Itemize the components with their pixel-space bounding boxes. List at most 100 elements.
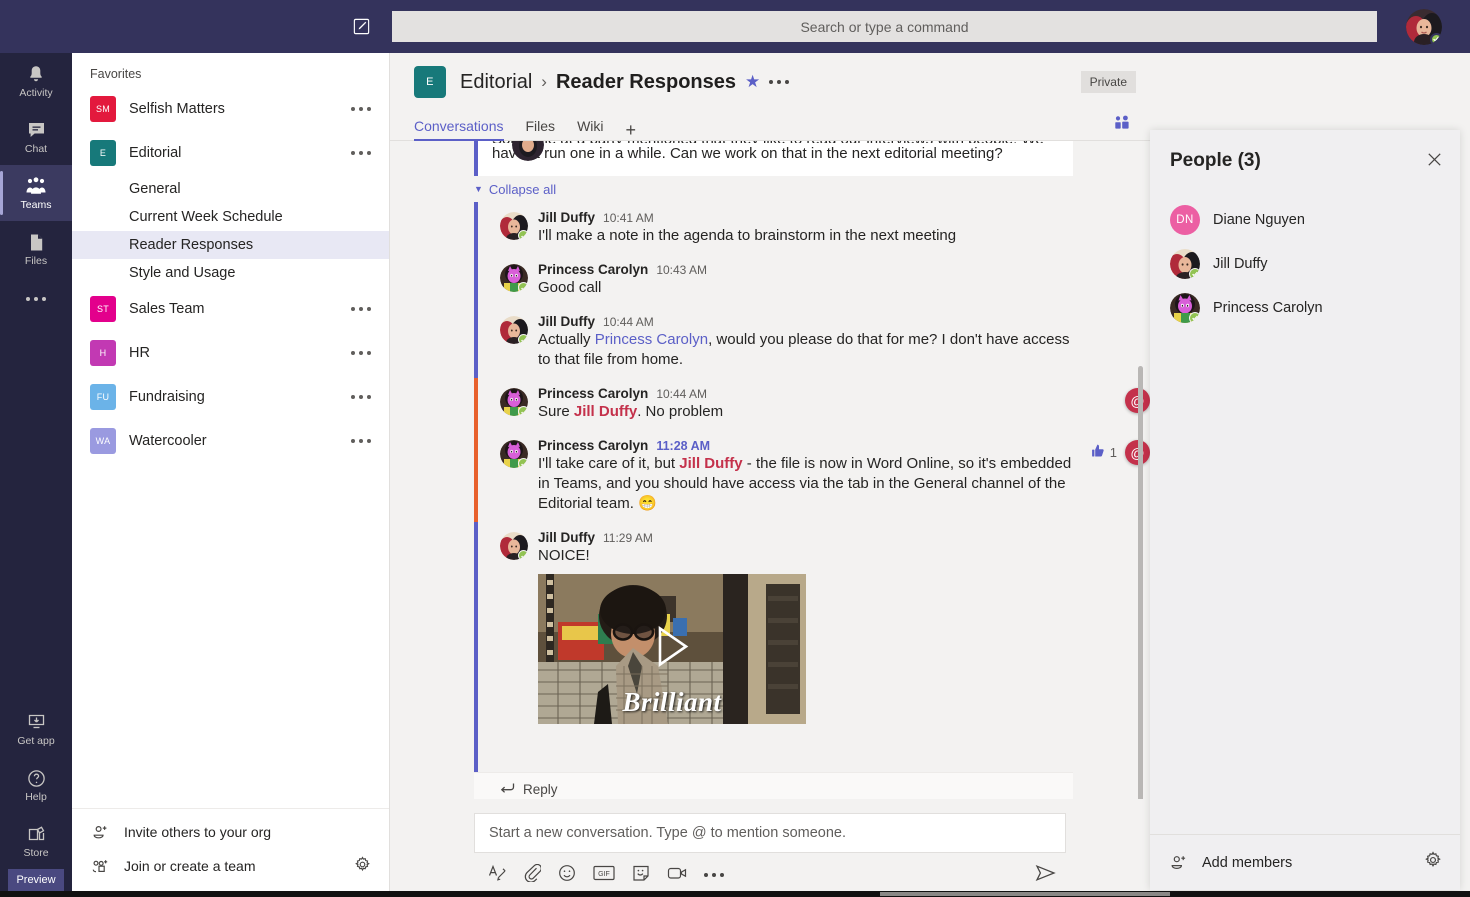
show-participants-button[interactable]	[1113, 115, 1132, 136]
team-more-button[interactable]	[347, 395, 375, 399]
team-row[interactable]: FU Fundraising	[72, 375, 389, 419]
channel-more-button[interactable]	[769, 80, 790, 84]
add-members-button[interactable]: Add members	[1202, 855, 1424, 871]
member-name: Diane Nguyen	[1213, 212, 1305, 228]
meet-now-button[interactable]	[667, 865, 687, 886]
emoji-button[interactable]	[558, 864, 576, 887]
team-name: Fundraising	[129, 389, 205, 405]
sidebar-item-chat[interactable]: Chat	[0, 109, 72, 165]
avatar[interactable]	[1405, 8, 1442, 45]
avatar[interactable]	[500, 440, 528, 468]
giphy-button[interactable]: GIF	[593, 865, 615, 886]
add-tab-button[interactable]: +	[626, 121, 637, 140]
play-triangle-icon[interactable]	[652, 625, 692, 674]
paperclip-icon	[524, 863, 542, 887]
channel-item-style-and-usage[interactable]: Style and Usage	[72, 259, 389, 287]
tab-files[interactable]: Files	[526, 118, 556, 140]
message-item[interactable]: Jill Duffy 10:44 AM Actually Princess Ca…	[474, 306, 1073, 378]
attach-file-button[interactable]	[524, 863, 542, 887]
message-body: Princess Carolyn 11:28 AM I'll take care…	[538, 438, 1073, 514]
reply-button[interactable]: Reply	[474, 772, 1073, 799]
rail-item-store[interactable]: Store	[0, 813, 72, 869]
more-dots-icon	[769, 80, 790, 84]
sidebar-item-activity[interactable]: Activity	[0, 53, 72, 109]
search-input[interactable]	[392, 11, 1377, 42]
avatar[interactable]	[500, 316, 528, 344]
rail-item-help[interactable]: Help	[0, 757, 72, 813]
channel-item-general[interactable]: General	[72, 175, 389, 203]
message-meta: Princess Carolyn 11:28 AM	[538, 438, 1073, 453]
list-item[interactable]: DN Diane Nguyen	[1150, 198, 1460, 242]
message-item[interactable]: Princess Carolyn 10:44 AM Sure Jill Duff…	[474, 378, 1150, 430]
team-row[interactable]: SM Selfish Matters	[72, 87, 389, 131]
preview-badge[interactable]: Preview	[8, 869, 64, 891]
sidebar-item-teams[interactable]: Teams	[0, 165, 72, 221]
message-author[interactable]: Princess Carolyn	[538, 262, 648, 277]
compose-input[interactable]	[489, 825, 1051, 841]
message-author[interactable]: Jill Duffy	[538, 530, 595, 545]
message-author[interactable]: Jill Duffy	[538, 210, 595, 225]
compose-input-wrapper[interactable]	[474, 813, 1066, 853]
compose-more-button[interactable]	[704, 873, 724, 877]
tab-wiki[interactable]: Wiki	[577, 118, 603, 140]
message-item[interactable]: Jill Duffy 11:29 AM NOICE! Brilliant	[474, 522, 1073, 772]
team-row[interactable]: E Editorial	[72, 131, 389, 175]
channel-item-current-week-schedule[interactable]: Current Week Schedule	[72, 203, 389, 231]
close-icon[interactable]	[1427, 152, 1442, 170]
reaction-thumbs-up[interactable]: 1	[1090, 443, 1117, 462]
list-item[interactable]: Jill Duffy	[1150, 242, 1460, 286]
gear-icon[interactable]	[354, 856, 375, 876]
avatar[interactable]	[500, 532, 528, 560]
presence-badge-available	[1189, 268, 1200, 279]
avatar[interactable]	[500, 264, 528, 292]
tab-conversations[interactable]: Conversations	[414, 118, 504, 141]
teams-pane-footer: Invite others to your org Join or create…	[72, 808, 389, 897]
more-dots-icon	[351, 107, 371, 111]
gear-icon[interactable]	[1424, 851, 1442, 874]
breadcrumb-team[interactable]: Editorial	[460, 71, 532, 94]
team-more-button[interactable]	[347, 351, 375, 355]
join-or-create-team-button[interactable]: Join or create a team	[72, 849, 389, 883]
collapse-all-button[interactable]: ▼ Collapse all	[474, 176, 1150, 202]
team-row[interactable]: WA Watercooler	[72, 419, 389, 463]
video-attachment[interactable]: Brilliant	[538, 574, 806, 724]
team-name: Selfish Matters	[129, 101, 225, 117]
channel-item-reader-responses[interactable]: Reader Responses	[72, 231, 389, 259]
horizontal-scrollbar[interactable]	[880, 892, 1170, 896]
message-author[interactable]: Princess Carolyn	[538, 438, 648, 453]
sidebar-item-label: Chat	[24, 143, 48, 155]
new-chat-button[interactable]	[330, 0, 392, 53]
avatar[interactable]	[500, 388, 528, 416]
send-button[interactable]	[1035, 864, 1066, 887]
sticker-button[interactable]	[632, 864, 650, 887]
channel-header: E Editorial › Reader Responses ★ Private	[390, 53, 1150, 111]
conversation-scrollbar[interactable]	[1138, 366, 1143, 799]
team-row[interactable]: ST Sales Team	[72, 287, 389, 331]
team-more-button[interactable]	[347, 107, 375, 111]
message-item[interactable]: Jill Duffy 10:41 AM I'll make a note in …	[474, 202, 1073, 254]
format-text-button[interactable]	[488, 864, 507, 887]
mention-link[interactable]: Princess Carolyn	[595, 331, 708, 348]
rail-overflow-button[interactable]	[0, 277, 72, 321]
message-item[interactable]: Princess Carolyn 10:43 AM Good call	[474, 254, 1073, 306]
reply-arrow-icon	[500, 782, 515, 798]
avatar[interactable]	[500, 212, 528, 240]
team-row[interactable]: H HR	[72, 331, 389, 375]
teams-section-header: Favorites	[90, 67, 142, 81]
rail-item-get-app[interactable]: Get app	[0, 701, 72, 757]
list-item[interactable]: Princess Carolyn	[1150, 286, 1460, 330]
team-more-button[interactable]	[347, 151, 375, 155]
message-author[interactable]: Princess Carolyn	[538, 386, 648, 401]
invite-others-button[interactable]: Invite others to your org	[72, 815, 389, 849]
mention-link[interactable]: Jill Duffy	[574, 403, 637, 420]
star-filled-icon[interactable]: ★	[745, 72, 760, 92]
collapse-all-label: Collapse all	[488, 181, 557, 197]
team-more-button[interactable]	[347, 439, 375, 443]
team-more-button[interactable]	[347, 307, 375, 311]
sidebar-item-files[interactable]: Files	[0, 221, 72, 277]
message-author[interactable]: Jill Duffy	[538, 314, 595, 329]
mention-link[interactable]: Jill Duffy	[679, 455, 742, 472]
conversation-scroll-area[interactable]: Someone at a party mentioned that they l…	[390, 141, 1150, 799]
team-avatar: ST	[90, 296, 116, 322]
message-item[interactable]: Princess Carolyn 11:28 AM I'll take care…	[474, 430, 1150, 522]
